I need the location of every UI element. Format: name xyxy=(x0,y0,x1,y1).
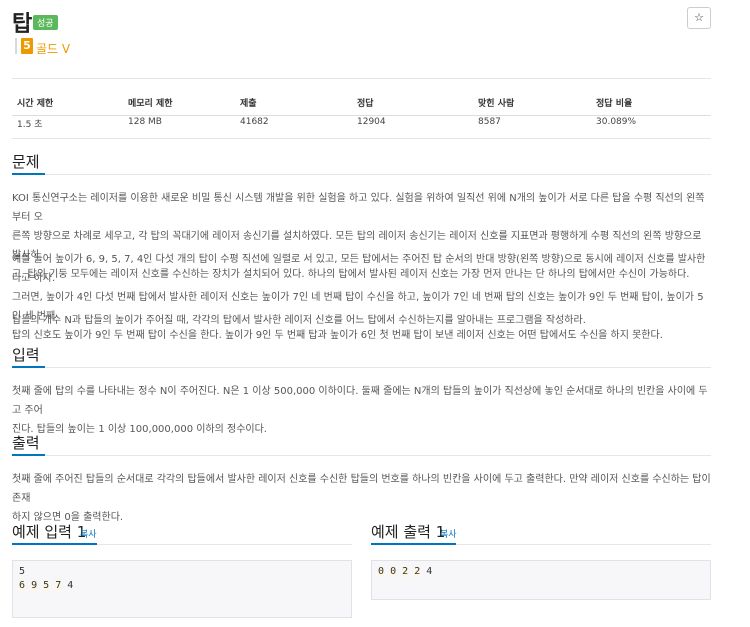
example-input-token: 5 xyxy=(43,580,50,591)
section-title-output: 출력 xyxy=(12,434,40,452)
example-input-token: 4 xyxy=(67,580,74,591)
output-line: 하지 않으면 0을 출력한다. xyxy=(12,512,124,523)
stats-value-memory: 128 MB xyxy=(128,117,162,127)
problem-paragraph-2: 예를 들어 높이가 6, 9, 5, 7, 4인 다섯 개의 탑이 수평 직선에… xyxy=(12,250,712,345)
stats-header-divider xyxy=(12,115,711,116)
example-input-line-2: 6 9 5 7 4 xyxy=(19,579,345,593)
example-output-token: 2 xyxy=(414,566,421,577)
tier-divider xyxy=(15,38,17,54)
stats-header-solvers: 맞힌 사람 xyxy=(478,99,515,109)
section-underline-output xyxy=(12,454,45,456)
problem-line: KOI 통신연구소는 레이저를 이용한 새로운 비밀 통신 시스템 개발을 위한… xyxy=(12,193,705,223)
stats-header-memory: 메모리 제한 xyxy=(128,99,173,109)
example-output-token: 2 xyxy=(402,566,409,577)
example-output-line-1: 0 0 2 2 4 xyxy=(378,565,704,579)
section-line-problem xyxy=(12,174,711,175)
stats-header-accepted: 정답 xyxy=(357,99,374,109)
example-input-token: 9 xyxy=(31,580,38,591)
example-input-token: 6 xyxy=(19,580,26,591)
star-icon[interactable]: ☆ xyxy=(687,7,711,29)
example-output-title: 예제 출력 1 xyxy=(371,523,446,541)
stats-header-time: 시간 제한 xyxy=(17,99,54,109)
stats-value-accepted: 12904 xyxy=(357,117,386,127)
example-input-title: 예제 입력 1 xyxy=(12,523,87,541)
output-line: 첫째 줄에 주어진 탑들의 순서대로 각각의 탑들에서 발사한 레이저 신호를 … xyxy=(12,474,711,504)
example-output-block[interactable]: 0 0 2 2 4 xyxy=(371,560,711,600)
status-badge: 성공 xyxy=(33,15,58,30)
section-underline-problem xyxy=(12,173,45,175)
example-output-token: 0 xyxy=(378,566,385,577)
problem-title: 탑 xyxy=(12,12,33,37)
problem-paragraph-3: 탑들의 개수 N과 탑들의 높이가 주어질 때, 각각의 탑에서 발사한 레이저… xyxy=(12,311,712,330)
stats-top-border xyxy=(12,78,711,79)
section-title-input: 입력 xyxy=(12,346,40,364)
stats-value-solvers: 8587 xyxy=(478,117,501,127)
problem-line: 탑들의 개수 N과 탑들의 높이가 주어질 때, 각각의 탑에서 발사한 레이저… xyxy=(12,315,586,326)
stats-value-ratio: 30.089% xyxy=(596,117,637,127)
section-line-output xyxy=(12,455,711,456)
section-title-problem: 문제 xyxy=(12,153,40,171)
example-output-copy-button[interactable]: 복사 xyxy=(440,527,457,540)
example-output-underline xyxy=(371,543,456,545)
example-output-token: 0 xyxy=(390,566,397,577)
example-input-line-1: 5 xyxy=(19,566,26,577)
section-line-input xyxy=(12,367,711,368)
stats-header-ratio: 정답 비율 xyxy=(596,99,633,109)
output-description: 첫째 줄에 주어진 탑들의 순서대로 각각의 탑들에서 발사한 레이저 신호를 … xyxy=(12,470,712,527)
stats-header-submissions: 제출 xyxy=(240,99,257,109)
stats-bottom-border xyxy=(12,138,711,139)
tier-label: 골드 V xyxy=(36,42,71,56)
example-input-token: 7 xyxy=(55,580,62,591)
example-input-copy-button[interactable]: 복사 xyxy=(80,527,97,540)
tier-badge-icon: 5 xyxy=(21,38,33,54)
input-line: 진다. 탑들의 높이는 1 이상 100,000,000 이하의 정수이다. xyxy=(12,424,267,435)
input-line: 첫째 줄에 탑의 수를 나타내는 정수 N이 주어진다. N은 1 이상 500… xyxy=(12,386,708,416)
input-description: 첫째 줄에 탑의 수를 나타내는 정수 N이 주어진다. N은 1 이상 500… xyxy=(12,382,712,439)
section-underline-input xyxy=(12,366,45,368)
example-output-token: 4 xyxy=(426,566,433,577)
problem-line: 예를 들어 높이가 6, 9, 5, 7, 4인 다섯 개의 탑이 수평 직선에… xyxy=(12,254,706,284)
example-input-underline xyxy=(12,543,97,545)
example-input-block[interactable]: 5 6 9 5 7 4 xyxy=(12,560,352,618)
stats-value-submissions: 41682 xyxy=(240,117,269,127)
stats-value-time: 1.5 초 xyxy=(17,120,43,130)
